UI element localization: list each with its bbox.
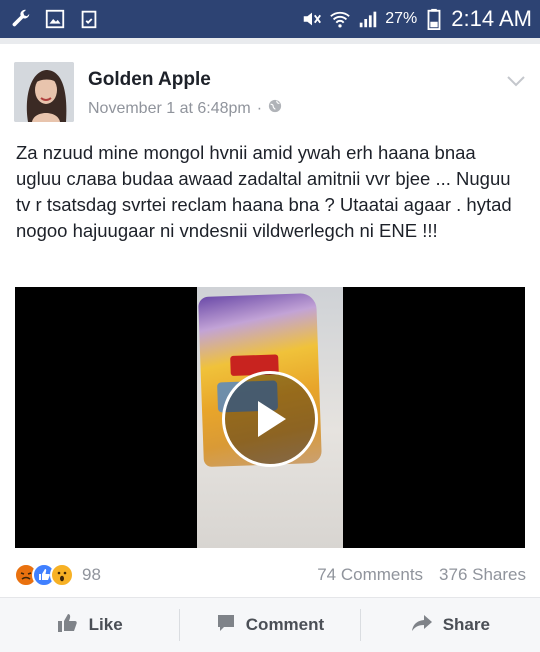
image-icon [44, 8, 66, 30]
share-button[interactable]: Share [361, 598, 540, 652]
signal-icon [357, 8, 379, 30]
reaction-count: 98 [82, 565, 101, 584]
reactions-summary[interactable]: 98 [14, 563, 101, 587]
battery-percent: 27% [385, 10, 418, 27]
battery-icon [423, 8, 445, 30]
action-bar: Like Comment Share [0, 597, 540, 652]
play-button[interactable] [222, 371, 318, 467]
globe-icon [268, 99, 282, 118]
thumbs-up-icon [57, 613, 79, 638]
comment-button[interactable]: Comment [180, 598, 359, 652]
author-name[interactable]: Golden Apple [88, 69, 211, 91]
post-text: Za nzuud mine mongol hvnii amid ywah erh… [16, 142, 512, 241]
wow-reaction-icon [50, 563, 74, 587]
meta-separator: · [256, 99, 263, 117]
post-timestamp[interactable]: November 1 at 6:48pm [88, 100, 251, 118]
mute-icon [301, 8, 323, 30]
status-bar: 27% 2:14 AM [0, 0, 540, 38]
comment-icon [216, 613, 236, 638]
like-button[interactable]: Like [0, 598, 179, 652]
avatar[interactable] [14, 62, 74, 122]
shares-count[interactable]: 376 Shares [439, 565, 526, 585]
share-label: Share [442, 615, 490, 634]
post-meta: November 1 at 6:48pm · [88, 99, 282, 118]
post-stats: 98 74 Comments 376 Shares [14, 562, 526, 588]
clock: 2:14 AM [451, 6, 532, 31]
wrench-icon [10, 8, 32, 30]
clipboard-icon [78, 8, 100, 30]
like-label: Like [88, 615, 123, 634]
chevron-down-icon[interactable] [506, 74, 526, 93]
wifi-icon [329, 8, 351, 30]
comments-count[interactable]: 74 Comments [317, 565, 423, 585]
share-arrow-icon [411, 614, 433, 637]
video-player[interactable] [15, 287, 525, 548]
post-card: Golden Apple November 1 at 6:48pm · Za n… [0, 44, 540, 652]
comment-label: Comment [245, 615, 325, 634]
